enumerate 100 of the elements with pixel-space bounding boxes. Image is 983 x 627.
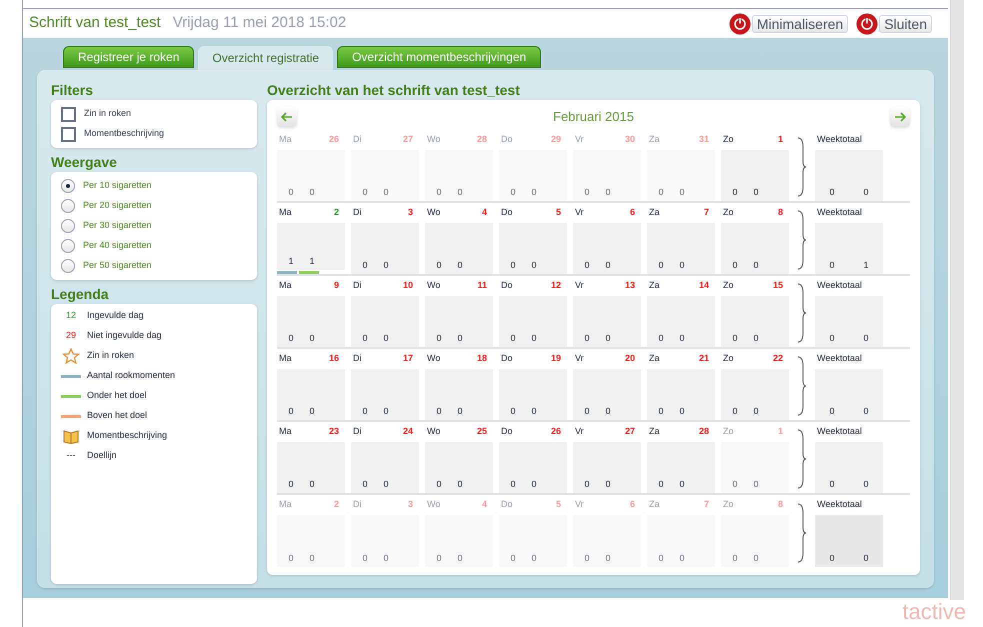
brace-icon [797, 283, 807, 343]
brace-icon [797, 429, 807, 489]
day-number: 22 [772, 352, 783, 366]
day-number: 30 [624, 133, 635, 146]
value: 0 [362, 404, 368, 418]
power-icon[interactable] [728, 12, 751, 34]
radio-button[interactable] [61, 239, 75, 253]
value: 0 [309, 404, 314, 418]
day-number: 17 [402, 352, 413, 366]
legend-label: Aantal rookmomenten [87, 369, 176, 382]
radio-button[interactable] [61, 219, 75, 233]
day-name: Di [353, 133, 362, 146]
value: 0 [510, 332, 516, 344]
value: 0 [829, 478, 834, 490]
value: 0 [658, 552, 664, 564]
day-number: 29 [550, 133, 561, 146]
day-name: Vr [575, 206, 584, 220]
window-title: Schrift van test_test [29, 13, 161, 34]
day-name: Do [501, 498, 513, 512]
value: 0 [753, 186, 758, 198]
day-name: Wo [427, 352, 440, 366]
value: 0 [732, 258, 738, 272]
value: 0 [863, 404, 868, 418]
day-number: 18 [476, 352, 487, 366]
day-number: 5 [556, 206, 561, 220]
value: 0 [605, 404, 610, 418]
week-total-label: Weektotaal [816, 425, 863, 438]
week-total-label: Weektotaal [816, 133, 863, 146]
value: 0 [288, 478, 294, 490]
value: 0 [383, 552, 388, 564]
day-number: 6 [630, 498, 635, 512]
value: 0 [383, 478, 388, 490]
tab[interactable]: Registreer je roken [63, 46, 194, 68]
value: 0 [531, 258, 536, 272]
section-heading: Legenda [51, 285, 110, 304]
day-name: Di [353, 279, 362, 292]
day-name: Za [649, 279, 660, 292]
day-number: 9 [334, 279, 339, 292]
day-name: Ma [279, 206, 292, 219]
day-name: Zo [723, 279, 734, 292]
checkbox[interactable] [61, 106, 76, 122]
power-icon[interactable] [856, 12, 878, 34]
legend-label: Zin in roken [87, 349, 134, 362]
day-name: Za [649, 352, 660, 366]
radio-label: Per 10 sigaretten [83, 179, 152, 192]
value: 0 [510, 478, 516, 490]
day-number: 24 [402, 425, 413, 438]
legend-label: Niet ingevulde dag [87, 329, 162, 342]
value: 0 [605, 258, 610, 272]
value: 0 [679, 332, 684, 344]
value: 0 [584, 404, 590, 418]
day-name: Zo [723, 133, 734, 146]
day-name: Ma [279, 352, 292, 366]
value: 0 [732, 186, 738, 198]
value: 0 [584, 332, 590, 344]
legend-label: Doellijn [87, 449, 117, 462]
radio-button[interactable] [61, 259, 75, 273]
checkbox[interactable] [61, 126, 76, 142]
value: 0 [436, 404, 442, 418]
day-name: Vr [575, 352, 584, 366]
value: 0 [829, 186, 834, 198]
day-name: Vr [575, 425, 584, 438]
previous-button[interactable] [277, 107, 297, 127]
day-number: 10 [402, 279, 413, 292]
value: 0 [362, 478, 368, 490]
value: 0 [436, 258, 442, 272]
value: 0 [288, 186, 294, 198]
day-name: Do [501, 133, 513, 146]
value: 0 [732, 552, 738, 564]
value: 0 [863, 332, 868, 344]
value: 0 [732, 478, 738, 490]
value: 0 [605, 552, 610, 564]
arrow-right-icon [894, 112, 906, 122]
day-name: Wo [427, 206, 440, 220]
day-number: 2 [334, 206, 339, 219]
tab[interactable]: Overzicht registratie [198, 46, 334, 70]
day-name: Ma [279, 279, 292, 292]
day-name: Ma [279, 498, 292, 512]
value: 0 [510, 258, 516, 272]
window-button[interactable]: Minimaliseren [752, 14, 848, 32]
day-number: 27 [402, 133, 413, 146]
value: 0 [584, 478, 590, 490]
value: 1 [288, 254, 294, 268]
next-button[interactable] [890, 107, 910, 127]
tab[interactable]: Overzicht momentbeschrijvingen [337, 46, 542, 68]
day-name: Di [353, 206, 362, 220]
date-time: Vrijdag 11 mei 2018 15:02 [172, 13, 346, 34]
day-name: Zo [723, 206, 734, 220]
value: 0 [457, 478, 462, 490]
radio-button[interactable] [61, 199, 75, 213]
value: 0 [510, 186, 516, 198]
window-button[interactable]: Sluiten [879, 14, 932, 32]
brace-icon [797, 137, 807, 197]
value: 0 [679, 552, 684, 564]
day-number: 31 [698, 133, 709, 146]
radio-label: Per 20 sigaretten [83, 199, 152, 212]
value: 0 [362, 186, 368, 198]
radio-button[interactable] [61, 179, 75, 193]
radio-label: Per 50 sigaretten [83, 259, 152, 272]
value: 0 [510, 404, 516, 418]
